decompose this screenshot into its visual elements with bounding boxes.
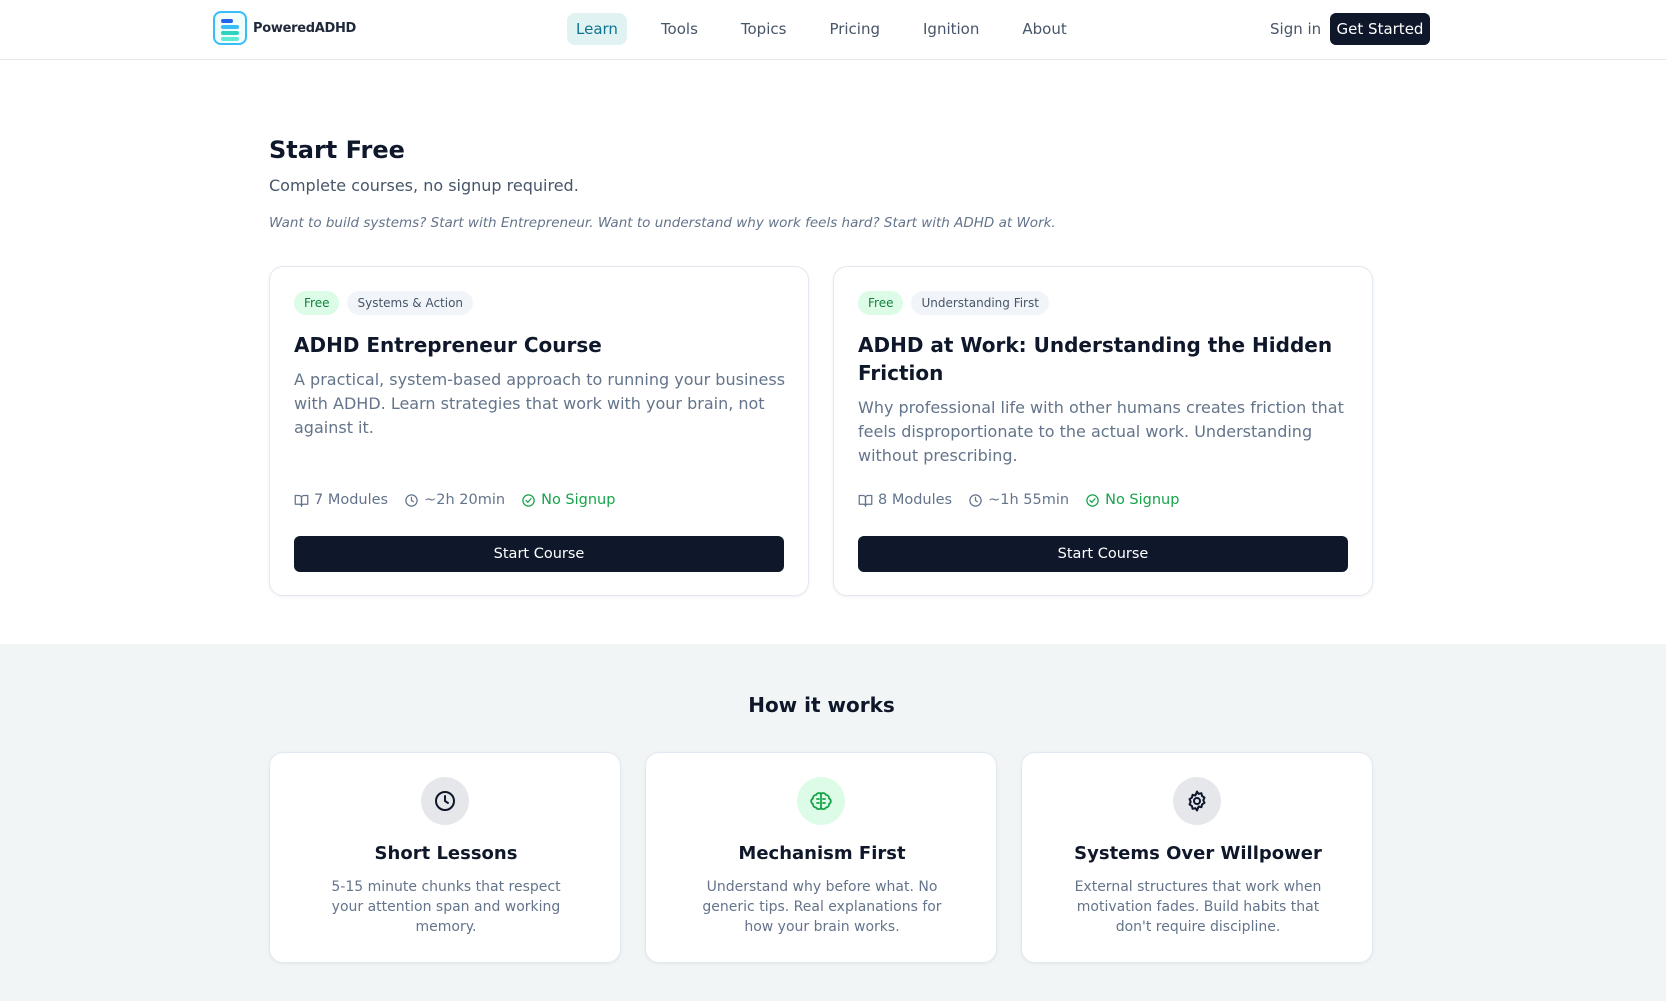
no-signup-indicator: No Signup	[1085, 492, 1179, 508]
gear-icon	[1173, 777, 1221, 825]
clock-icon	[421, 777, 469, 825]
course-meta: 8 Modules ~1h 55min No Signup	[858, 492, 1195, 508]
course-card-entrepreneur: Free Systems & Action ADHD Entrepreneur …	[269, 266, 809, 596]
course-title: ADHD Entrepreneur Course	[294, 333, 602, 357]
category-badge: Systems & Action	[347, 291, 474, 315]
feature-card-short-lessons: Short Lessons 5-15 minute chunks that re…	[269, 752, 621, 963]
feature-card-systems-over-willpower: Systems Over Willpower External structur…	[1021, 752, 1373, 963]
duration-label: ~1h 55min	[988, 492, 1070, 508]
check-circle-icon	[1086, 493, 1099, 507]
free-badge: Free	[294, 291, 340, 315]
modules-label: 8 Modules	[878, 492, 953, 508]
start-course-button[interactable]: Start Course	[294, 536, 784, 572]
book-icon	[294, 494, 309, 507]
nav-pricing[interactable]: Pricing	[820, 13, 889, 45]
start-course-button[interactable]: Start Course	[858, 536, 1348, 572]
feature-title: Mechanism First	[738, 843, 906, 864]
course-description: Why professional life with other humans …	[858, 398, 1344, 465]
category-badge: Understanding First	[911, 291, 1049, 315]
feature-description: External structures that work when motiv…	[1074, 879, 1322, 935]
nav-learn[interactable]: Learn	[567, 13, 627, 45]
brain-icon	[797, 777, 845, 825]
clock-icon	[405, 493, 418, 507]
course-card-adhd-at-work: Free Understanding First ADHD at Work: U…	[833, 266, 1373, 596]
feature-card-mechanism-first: Mechanism First Understand why before wh…	[645, 752, 997, 963]
duration-label: ~2h 20min	[424, 492, 506, 508]
site-header: PoweredADHD Learn Tools Topics Pricing I…	[0, 0, 1666, 60]
modules-label: 7 Modules	[314, 492, 389, 508]
feature-description: 5-15 minute chunks that respect your att…	[331, 879, 561, 935]
feature-title: Short Lessons	[374, 843, 518, 864]
feature-title: Systems Over Willpower	[1074, 843, 1322, 864]
nav-topics[interactable]: Topics	[732, 13, 796, 45]
clock-icon	[969, 493, 982, 507]
brand-name: PoweredADHD	[253, 20, 357, 36]
nav-tools[interactable]: Tools	[652, 13, 707, 45]
logo-icon	[213, 11, 247, 45]
section-subtitle: Complete courses, no signup required.	[269, 176, 579, 195]
signup-label: No Signup	[541, 492, 616, 508]
course-duration: ~2h 20min	[404, 492, 505, 508]
modules-count: 8 Modules	[858, 492, 952, 508]
course-tags: Free Systems & Action	[294, 291, 481, 315]
feature-description: Understand why before what. No generic t…	[702, 879, 942, 935]
book-icon	[858, 494, 873, 507]
sign-in-link[interactable]: Sign in	[1261, 13, 1330, 45]
modules-count: 7 Modules	[294, 492, 388, 508]
brand-logo[interactable]: PoweredADHD	[213, 11, 356, 45]
course-duration: ~1h 55min	[968, 492, 1069, 508]
course-meta: 7 Modules ~2h 20min No Signup	[294, 492, 631, 508]
section-note: Want to build systems? Start with Entrep…	[269, 215, 1056, 231]
free-badge: Free	[858, 291, 904, 315]
nav-ignition[interactable]: Ignition	[914, 13, 988, 45]
how-it-works-title: How it works	[748, 693, 895, 717]
section-title: Start Free	[269, 136, 405, 164]
check-circle-icon	[522, 493, 535, 507]
no-signup-indicator: No Signup	[521, 492, 615, 508]
course-tags: Free Understanding First	[858, 291, 1057, 315]
course-title: ADHD at Work: Understanding the Hidden F…	[858, 333, 1333, 385]
main-nav: Learn Tools Topics Pricing Ignition Abou…	[567, 13, 1101, 45]
signup-label: No Signup	[1105, 492, 1180, 508]
course-description: A practical, system-based approach to ru…	[294, 370, 786, 437]
how-it-works-section: How it works Short Lessons 5-15 minute c…	[0, 644, 1666, 1001]
get-started-button[interactable]: Get Started	[1330, 13, 1430, 45]
nav-about[interactable]: About	[1013, 13, 1075, 45]
